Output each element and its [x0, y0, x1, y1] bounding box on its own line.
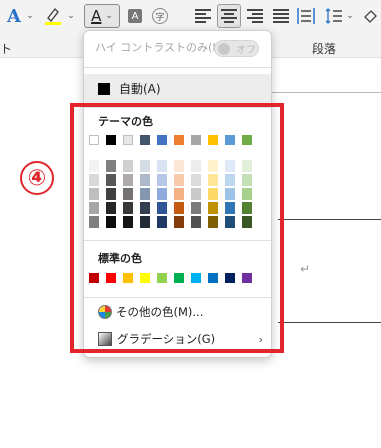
step-number-badge: ④ [20, 161, 54, 195]
justify-button[interactable] [270, 4, 292, 28]
toggle-state-label: オフ [236, 45, 256, 56]
annotation-highlight-box [70, 103, 284, 353]
font-color-icon: A [91, 7, 102, 25]
align-right-icon [247, 9, 263, 23]
line-spacing-dropdown[interactable]: ⌄ [345, 4, 355, 28]
paragraph-mark-icon: ↵ [300, 262, 311, 276]
highlight-dropdown[interactable]: ⌄ [66, 4, 76, 28]
shape-line [278, 322, 381, 323]
paragraph-group-label: 段落 [312, 42, 337, 56]
divider [84, 67, 271, 68]
text-effects-icon: A [7, 5, 21, 27]
automatic-swatch [98, 82, 110, 95]
align-center-button[interactable] [217, 4, 241, 28]
line-spacing-icon [325, 8, 342, 24]
automatic-label: 自動(A) [119, 82, 161, 96]
font-color-button[interactable]: A ⌄ [84, 4, 120, 28]
char-shading-icon: A [128, 9, 142, 23]
distribute-icon [297, 8, 315, 24]
align-center-icon [221, 9, 237, 23]
enclosed-char-button[interactable]: 字 [150, 4, 170, 28]
char-shading-button[interactable]: A [126, 4, 144, 28]
text-effects-button[interactable]: A [4, 4, 24, 28]
highlight-button[interactable] [42, 4, 64, 28]
shading-button[interactable] [360, 4, 380, 28]
automatic-color-item[interactable]: 自動(A) [84, 74, 271, 103]
highlighter-icon [45, 7, 61, 25]
toggle-knob [218, 42, 230, 55]
enclosed-char-icon: 字 [152, 8, 168, 24]
high-contrast-toggle[interactable]: オフ [214, 40, 259, 57]
align-right-button[interactable] [244, 4, 266, 28]
align-left-button[interactable] [192, 4, 214, 28]
margin-line [272, 92, 381, 93]
distribute-button[interactable] [295, 4, 317, 28]
text-effects-dropdown[interactable]: ⌄ [25, 4, 35, 28]
justify-icon [273, 9, 289, 23]
font-group-label: ト [0, 42, 13, 56]
shading-icon [364, 10, 377, 23]
line-spacing-button[interactable] [324, 4, 344, 28]
high-contrast-label: ハイ コントラストのみ(H) [95, 41, 225, 54]
shape-line [278, 219, 381, 220]
ribbon-toolbar: A ⌄ ⌄ A ⌄ A 字 ⌄ [0, 0, 381, 32]
align-left-icon [195, 9, 211, 23]
chevron-down-icon: ⌄ [105, 11, 113, 21]
